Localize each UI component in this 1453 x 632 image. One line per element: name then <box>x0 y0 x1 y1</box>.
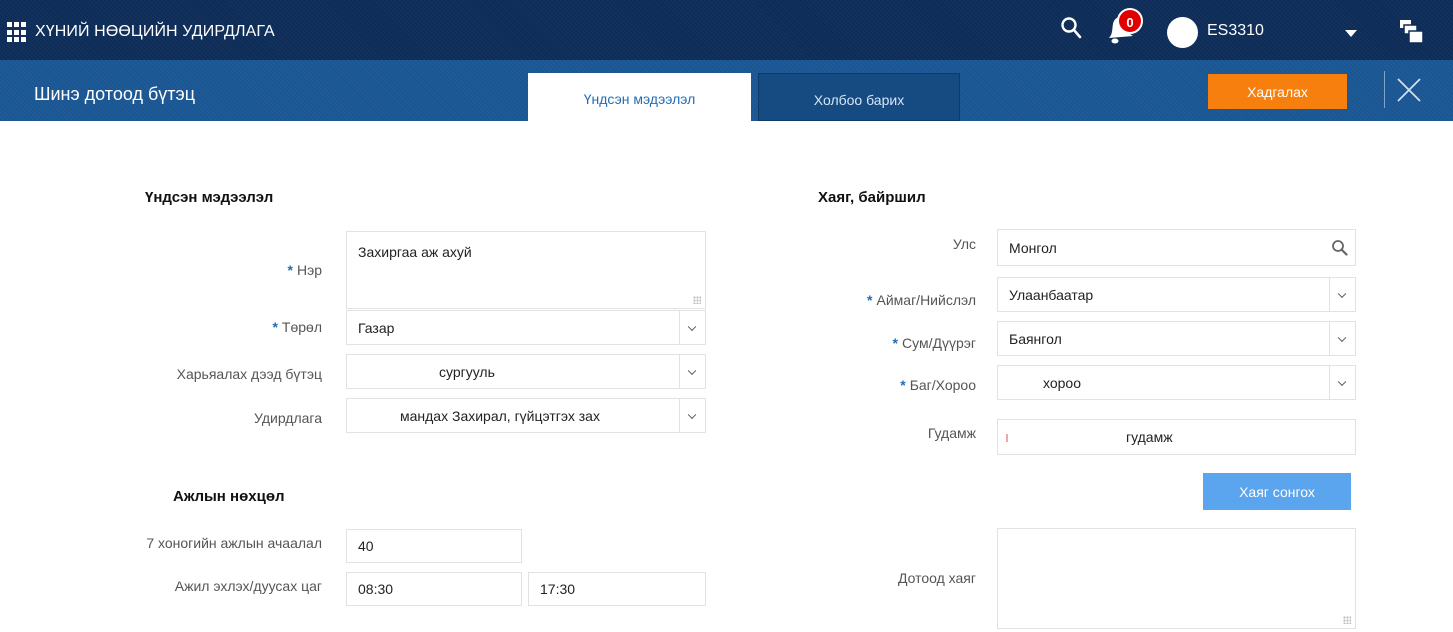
management-value: мандах Захирал, гүйцэтгэх зах <box>400 407 600 424</box>
chevron-down-icon[interactable] <box>679 399 705 432</box>
weekly-load-value: 40 <box>358 538 374 554</box>
management-select[interactable]: мандах Захирал, гүйцэтгэх зах <box>346 398 706 433</box>
header-divider <box>1384 71 1385 108</box>
page-title: Шинэ дотоод бүтэц <box>34 84 196 104</box>
type-select[interactable]: Газар <box>346 310 706 345</box>
street-value: гудамж <box>1126 429 1173 445</box>
resize-grip-icon[interactable] <box>1343 616 1351 624</box>
street-label: Гудамж <box>927 425 976 441</box>
province-label: * Аймаг/Нийслэл <box>867 292 976 308</box>
app-title: ХҮНИЙ НӨӨЦИЙН УДИРДЛАГА <box>35 23 275 40</box>
username[interactable]: ES3310 <box>1207 22 1264 40</box>
save-button[interactable]: Хадгалах <box>1208 74 1347 109</box>
chevron-down-icon[interactable] <box>679 355 705 388</box>
search-icon[interactable] <box>1060 16 1084 40</box>
end-time-input[interactable]: 17:30 <box>528 572 706 606</box>
province-select[interactable]: Улаанбаатар <box>997 277 1356 312</box>
khoroo-value: хороо <box>1043 374 1081 391</box>
weekly-load-input[interactable]: 40 <box>346 529 522 563</box>
address-section-title: Хаяг, байршил <box>818 189 926 206</box>
parent-unit-select[interactable]: сургууль <box>346 354 706 389</box>
work-section-title: Ажлын нөхцөл <box>173 488 285 505</box>
type-value: Газар <box>358 319 395 336</box>
country-input[interactable]: Монгол <box>997 229 1356 266</box>
name-input[interactable]: Захиргаа аж ахуй <box>346 231 706 309</box>
apps-grid-icon[interactable] <box>7 22 28 43</box>
stack-icon[interactable] <box>1397 17 1425 45</box>
work-hours-label: Ажил эхлэх/дуусах цаг <box>174 578 322 594</box>
start-time-value: 08:30 <box>358 581 394 597</box>
required-marker: * <box>892 335 898 351</box>
province-value: Улаанбаатар <box>1009 286 1094 303</box>
chevron-down-icon[interactable] <box>1329 278 1355 311</box>
search-icon[interactable] <box>1331 239 1349 257</box>
close-icon[interactable] <box>1396 76 1422 104</box>
internal-address-label: Дотоод хаяг <box>897 570 976 586</box>
chevron-down-icon[interactable] <box>1329 322 1355 355</box>
district-label: * Сум/Дүүрэг <box>892 335 976 351</box>
parent-unit-value: сургууль <box>439 363 495 380</box>
tab-basic-info[interactable]: Үндсэн мэдээлэл <box>528 73 751 121</box>
parent-unit-label: Харьяалах дээд бүтэц <box>176 366 322 382</box>
internal-address-textarea[interactable] <box>997 528 1356 629</box>
basic-section-title: Үндсэн мэдээлэл <box>145 189 274 206</box>
street-input[interactable]: гудамж <box>997 419 1356 455</box>
required-marker: * <box>900 377 906 393</box>
start-time-input[interactable]: 08:30 <box>346 572 522 606</box>
required-marker: * <box>287 262 293 278</box>
country-label: Улс <box>952 236 976 252</box>
chevron-down-icon[interactable] <box>1345 30 1357 37</box>
management-label: Удирдлага <box>254 410 322 426</box>
avatar[interactable] <box>1167 17 1198 48</box>
end-time-value: 17:30 <box>540 581 576 597</box>
name-value: Захиргаа аж ахуй <box>358 244 472 260</box>
district-select[interactable]: Баянгол <box>997 321 1356 356</box>
chevron-down-icon[interactable] <box>1329 366 1355 399</box>
country-value: Монгол <box>1009 239 1057 256</box>
tab-contact[interactable]: Холбоо барих <box>758 73 960 121</box>
required-marker: * <box>867 292 873 308</box>
weekly-load-label: 7 хоногийн ажлын ачаалал <box>146 535 322 551</box>
resize-grip-icon[interactable] <box>693 296 701 304</box>
choose-address-button[interactable]: Хаяг сонгох <box>1203 473 1351 510</box>
cursor-mark <box>1006 434 1008 442</box>
notification-badge[interactable]: 0 <box>1117 8 1143 34</box>
name-label: * Нэр <box>287 262 323 278</box>
khoroo-label: * Баг/Хороо <box>900 377 976 393</box>
chevron-down-icon[interactable] <box>679 311 705 344</box>
required-marker: * <box>272 319 278 335</box>
type-label: * Төрөл <box>272 319 322 335</box>
khoroo-select[interactable]: хороо <box>997 365 1356 400</box>
district-value: Баянгол <box>1009 330 1062 347</box>
